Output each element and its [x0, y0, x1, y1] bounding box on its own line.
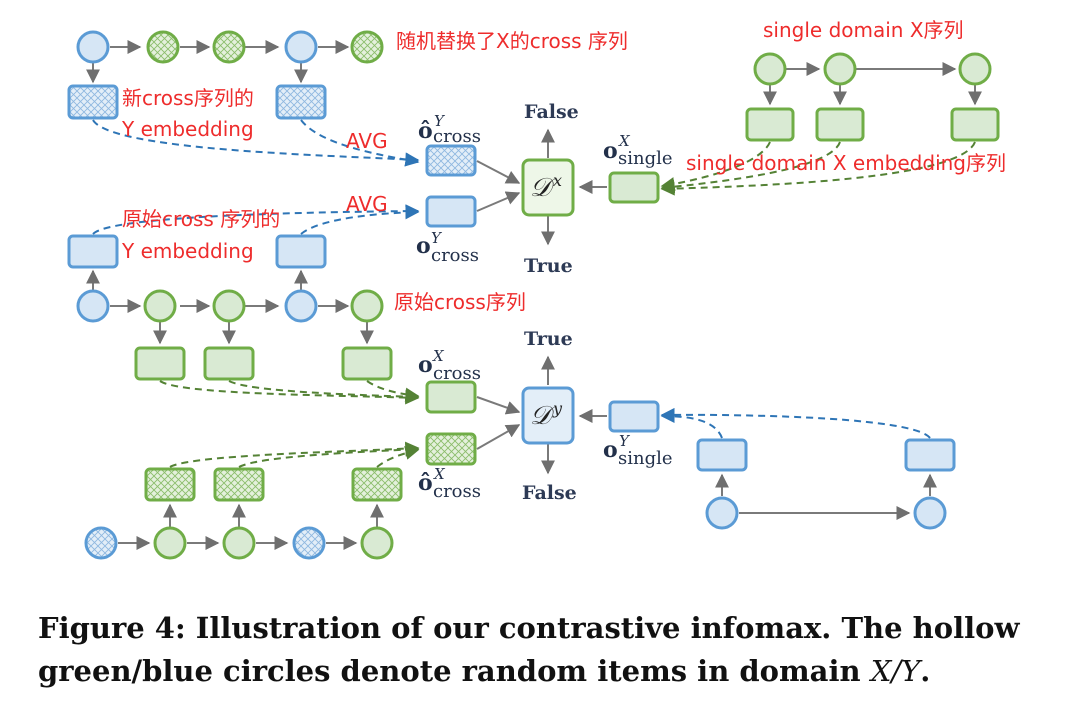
- o-hat-cross-X-box: [425, 432, 477, 466]
- annotation-avg-top: AVG: [346, 129, 388, 153]
- annotation-orig-cross-emb-1: 原始cross 序列的: [122, 207, 280, 231]
- item-node: [143, 289, 177, 323]
- item-node: [705, 496, 739, 530]
- svg-text:o: o: [603, 138, 618, 164]
- embedding-box: [67, 84, 119, 120]
- embedding-box: [203, 346, 255, 381]
- embedding-box: [950, 107, 1000, 142]
- embedding-box: [67, 234, 119, 269]
- svg-text:o: o: [416, 233, 431, 259]
- annotation-orig-cross-seq: 原始cross序列: [394, 290, 526, 314]
- o-hat-cross-Y-box: [425, 144, 477, 177]
- svg-text:single: single: [618, 148, 673, 169]
- item-node: [284, 30, 318, 64]
- svg-text:cross: cross: [433, 363, 481, 384]
- svg-text:ô: ô: [418, 470, 433, 496]
- embedding-box: [275, 84, 327, 120]
- embedding-box: [904, 438, 956, 472]
- item-node: [350, 289, 384, 323]
- annotation-random-cross-seq: 随机替换了X的cross 序列: [396, 29, 628, 53]
- item-node: [76, 30, 110, 64]
- discriminator-y-superscript: y: [552, 399, 563, 418]
- bottom-output-up: True: [524, 328, 573, 350]
- avg-link: [660, 407, 931, 439]
- item-node: [823, 52, 857, 86]
- embedding-box: [144, 467, 196, 502]
- svg-text:cross: cross: [433, 481, 481, 502]
- avg-link: [159, 380, 420, 405]
- avg-link: [376, 446, 420, 468]
- o-cross-X-label: o X cross: [418, 347, 481, 384]
- svg-text:cross: cross: [431, 245, 479, 266]
- item-node: [360, 526, 394, 560]
- item-node: [76, 289, 110, 323]
- svg-text:o: o: [418, 352, 433, 378]
- o-single-Y-box: [608, 400, 660, 433]
- embedding-box: [275, 234, 327, 269]
- avg-link: [660, 409, 723, 439]
- annotation-new-cross-emb-1: 新cross序列的: [122, 86, 254, 110]
- bottom-output-down: False: [522, 482, 577, 504]
- annotation-orig-cross-emb-2: Y embedding: [121, 239, 254, 263]
- random-item-node: [212, 30, 246, 64]
- embedding-box: [745, 107, 795, 142]
- embedding-box: [696, 438, 748, 472]
- annotation-single-domain-emb: single domain X embedding序列: [686, 151, 1006, 175]
- o-single-X-label: o X single: [603, 132, 673, 169]
- svg-text:o: o: [603, 437, 618, 463]
- embedding-box: [815, 107, 865, 142]
- item-node: [913, 496, 947, 530]
- random-item-node: [84, 526, 118, 560]
- annotation-new-cross-emb-2: Y embedding: [121, 117, 254, 141]
- random-item-node: [350, 30, 384, 64]
- embedding-box: [134, 346, 186, 381]
- item-node: [212, 289, 246, 323]
- contrastive-infomax-diagram: 𝒟 x False True ô Y cross o Y cross o X s…: [67, 18, 1006, 560]
- avg-link: [228, 380, 420, 404]
- item-node: [958, 52, 992, 86]
- caption-end: .: [920, 654, 931, 688]
- svg-text:cross: cross: [433, 126, 481, 147]
- embedding-box: [213, 467, 265, 502]
- annotation-single-domain-seq: single domain X序列: [763, 18, 964, 42]
- random-item-node: [146, 30, 180, 64]
- item-node: [222, 526, 256, 560]
- item-node: [753, 52, 787, 86]
- top-output-up: False: [524, 101, 579, 123]
- svg-text:ô: ô: [418, 118, 433, 144]
- o-single-Y-label: o Y single: [603, 432, 673, 469]
- avg-link: [366, 380, 420, 402]
- figure-caption: Figure 4: Illustration of our contrastiv…: [38, 607, 1048, 693]
- annotation-avg-bottom: AVG: [346, 192, 388, 216]
- top-output-down: True: [524, 255, 573, 277]
- o-cross-X-box: [425, 380, 477, 414]
- o-hat-cross-Y-label: ô Y cross: [418, 112, 481, 147]
- o-cross-Y-label: o Y cross: [416, 229, 479, 266]
- o-cross-Y-box: [425, 195, 477, 228]
- caption-math: X/Y: [870, 654, 921, 688]
- item-node: [153, 526, 187, 560]
- discriminator-x-superscript: x: [553, 171, 562, 190]
- random-item-node: [292, 526, 326, 560]
- o-hat-cross-X-label: ô X cross: [418, 465, 481, 502]
- embedding-box: [351, 467, 403, 502]
- svg-text:single: single: [618, 448, 673, 469]
- o-single-X-box: [608, 171, 660, 204]
- embedding-box: [341, 346, 393, 381]
- item-node: [284, 289, 318, 323]
